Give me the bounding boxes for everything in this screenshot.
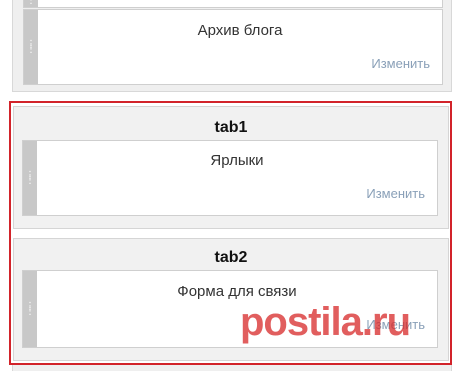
drag-handle-icon[interactable]: ⋮ ⋮ (24, 10, 38, 84)
gadget-title: Архив блога (197, 22, 283, 39)
top-section: ⋮ ⋮ ⋮ Архив блога Изменить (12, 0, 452, 92)
drag-handle-icon[interactable]: ⋮ (24, 0, 38, 7)
gadget-partial[interactable]: ⋮ (23, 0, 443, 8)
gadget-blog-archive[interactable]: ⋮ ⋮ Архив блога Изменить (23, 9, 443, 85)
edit-link[interactable]: Изменить (371, 56, 430, 71)
bottom-section-edge (12, 365, 452, 371)
watermark-logo: postila.ru (240, 300, 411, 344)
